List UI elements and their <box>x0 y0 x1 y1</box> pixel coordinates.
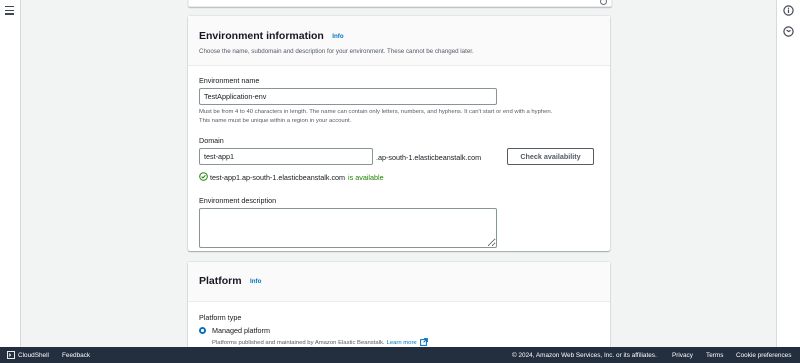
hamburger-menu-icon[interactable] <box>5 6 14 15</box>
environment-information-card: Environment information Info Choose the … <box>188 16 610 251</box>
terminal-icon[interactable] <box>7 351 15 361</box>
console-footer: CloudShell Feedback © 2024, Amazon Web S… <box>0 347 800 363</box>
platform-body: Platform type Managed platform Platforms… <box>188 302 610 346</box>
available-status-text: is available <box>348 173 384 182</box>
info-circle-icon[interactable] <box>783 5 794 16</box>
domain-input[interactable] <box>199 148 373 165</box>
section-title: Platform <box>199 275 242 287</box>
managed-platform-title: Managed platform <box>212 326 270 335</box>
environment-description-label: Environment description <box>199 196 277 205</box>
cookie-preferences-link[interactable]: Cookie preferences <box>736 352 791 359</box>
learn-more-link[interactable]: Learn more <box>387 340 417 346</box>
previous-section-card <box>188 0 612 7</box>
environment-description-textarea[interactable] <box>199 208 497 248</box>
name-hint-line-2: This name must be unique within a region… <box>199 117 352 124</box>
section-description: Choose the name, subdomain and descripti… <box>199 48 474 55</box>
managed-platform-text: Managed platform Platforms published and… <box>212 326 428 348</box>
privacy-link[interactable]: Privacy <box>672 352 693 359</box>
platform-type-label: Platform type <box>199 313 242 322</box>
right-tools-rail <box>776 0 800 347</box>
environment-name-label: Environment name <box>199 76 260 85</box>
managed-platform-option[interactable]: Managed platform Platforms published and… <box>199 326 428 348</box>
environment-name-input[interactable] <box>199 88 497 105</box>
platform-header: Platform Info <box>188 262 610 302</box>
managed-platform-radio[interactable] <box>199 327 206 334</box>
domain-suffix: .ap-south-1.elasticbeanstalk.com <box>376 153 482 162</box>
gear-icon <box>600 0 607 5</box>
environment-name-hint: Must be from 4 to 40 characters in lengt… <box>199 108 599 125</box>
info-link[interactable]: Info <box>332 33 343 40</box>
check-circle-icon <box>199 172 208 183</box>
info-link[interactable]: Info <box>250 278 261 285</box>
terms-link[interactable]: Terms <box>706 352 723 359</box>
feedback-button[interactable]: Feedback <box>62 352 90 359</box>
check-availability-button[interactable]: Check availability <box>507 148 594 165</box>
left-navigation-rail <box>0 0 21 347</box>
available-domain-text: test-app1.ap-south-1.elasticbeanstalk.co… <box>210 173 346 182</box>
environment-information-body: Environment name Must be from 4 to 40 ch… <box>188 66 610 276</box>
copyright-text: © 2024, Amazon Web Services, Inc. or its… <box>512 352 657 359</box>
cloudshell-button[interactable]: CloudShell <box>18 352 49 359</box>
domain-label: Domain <box>199 136 224 145</box>
section-title: Environment information <box>199 30 324 42</box>
managed-platform-desc-text: Platforms published and maintained by Am… <box>212 340 385 346</box>
clock-history-icon[interactable] <box>783 26 794 37</box>
environment-information-header: Environment information Info Choose the … <box>188 16 610 66</box>
availability-status: test-app1.ap-south-1.elasticbeanstalk.co… <box>199 172 384 183</box>
name-hint-line-1: Must be from 4 to 40 characters in lengt… <box>199 109 553 115</box>
